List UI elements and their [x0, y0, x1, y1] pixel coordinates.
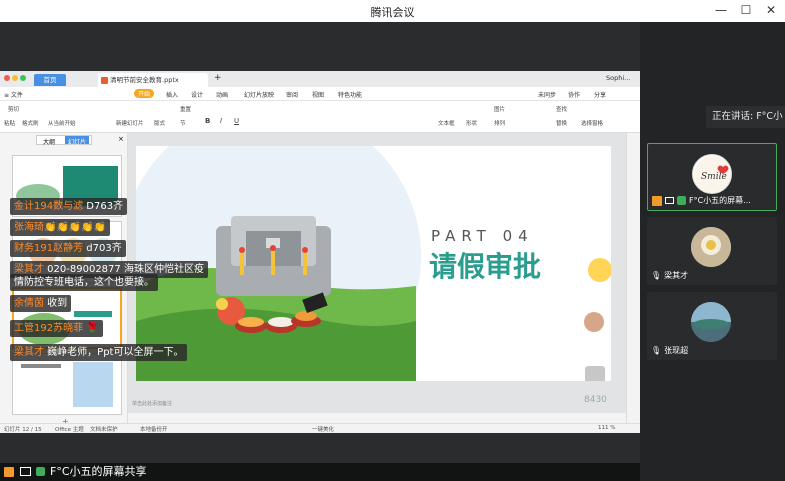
layout-button[interactable]: 版式: [154, 119, 165, 127]
user-label[interactable]: Sophi...: [606, 74, 630, 82]
beautify-button[interactable]: 一键美化: [312, 425, 334, 433]
menu-features[interactable]: 特色功能: [338, 90, 362, 99]
textbox-button[interactable]: 文本框: [438, 119, 455, 127]
chat-message-6: 工管192苏晓菲 🌹: [10, 320, 103, 337]
new-tab-button[interactable]: +: [214, 73, 222, 83]
slide-number: 幻灯片 12 / 15: [4, 427, 42, 433]
italic-button[interactable]: I: [220, 117, 222, 125]
tab-home[interactable]: 首页: [34, 74, 66, 86]
share-icon: [652, 195, 662, 206]
participant-tile-3[interactable]: 🎙 张现超: [647, 292, 777, 360]
bold-button[interactable]: B: [205, 117, 210, 125]
chat-message-5: 余倩茵 收到: [10, 295, 72, 312]
reset-button[interactable]: 重置: [180, 105, 191, 113]
menu-share[interactable]: 分享: [594, 90, 606, 99]
chat-message-1: 金计194数与滤 D763齐: [10, 198, 128, 215]
menu-collab[interactable]: 协作: [568, 90, 580, 99]
select-pane-button[interactable]: 选择窗格: [581, 119, 603, 127]
participant-name: 🎙 梁其才: [651, 271, 689, 280]
screen-share-banner: F°C小五的屏幕共享: [0, 463, 640, 481]
avatar: Smile: [692, 154, 732, 194]
ppt-file-icon: [101, 77, 108, 84]
vertical-toolbar[interactable]: [626, 133, 640, 423]
replace-button[interactable]: 替换: [556, 119, 567, 127]
flower-avatar-icon: [691, 227, 731, 267]
menu-animation[interactable]: 动画: [216, 90, 228, 99]
new-slide-button[interactable]: 新建幻灯片: [116, 119, 144, 127]
tab-document[interactable]: 清明节前安全教育.pptx: [98, 73, 208, 87]
mic-muted-icon: 🎙: [651, 346, 662, 355]
format-painter-button[interactable]: 格式刷: [22, 119, 39, 127]
window-title: 腾讯会议: [370, 6, 415, 19]
menu-bar: ≡ 文件 开始 插入 设计 动画 幻灯片放映 审阅 视图 特色功能 未同步 协作…: [0, 87, 640, 101]
slides-tab[interactable]: 幻灯片: [65, 136, 90, 146]
menu-insert[interactable]: 插入: [166, 90, 178, 99]
participant-name: 🎙 张现超: [651, 346, 689, 355]
outline-tab[interactable]: 大纲: [43, 137, 55, 146]
arrange-button[interactable]: 排列: [494, 119, 505, 127]
slide-heading: 请假审批: [429, 250, 541, 283]
viewer-avatar-icon: [584, 312, 604, 332]
close-button[interactable]: ✕: [763, 3, 779, 17]
chat-message-3: 财务191赵静芳 d703齐: [10, 240, 126, 257]
user-icon: [4, 467, 14, 477]
avatar: [691, 302, 731, 342]
paste-button[interactable]: 粘贴: [4, 119, 15, 127]
mic-muted-icon: 🎙: [651, 271, 662, 280]
menu-start[interactable]: 开始: [134, 89, 155, 98]
play-from-current-button[interactable]: 从当前开始: [48, 119, 76, 127]
like-count: 8430: [584, 395, 607, 405]
cut-button[interactable]: 剪切: [8, 105, 19, 113]
window-title-bar: 腾讯会议 — ☐ ✕: [0, 0, 785, 22]
section-button[interactable]: 节: [180, 119, 186, 127]
browser-tab-bar: 首页 清明节前安全教育.pptx + Sophi...: [0, 71, 640, 87]
protect-status[interactable]: 文档未保护: [90, 425, 118, 433]
smile-avatar-icon: Smile: [694, 156, 731, 193]
menu-review[interactable]: 审阅: [286, 90, 298, 99]
menu-file[interactable]: ≡ 文件: [4, 90, 23, 99]
thumbs-up-icon[interactable]: [585, 366, 605, 381]
speaking-indicator: 正在讲话: F°C小: [706, 106, 785, 128]
participant-name: F°C小五的屏幕...: [652, 195, 751, 206]
notes-placeholder[interactable]: 单击此处添加备注: [132, 400, 172, 407]
shape-button[interactable]: 形状: [466, 119, 477, 127]
avatar: [691, 227, 731, 267]
close-pane-icon[interactable]: ×: [118, 135, 124, 143]
backup-status[interactable]: 本地备份开: [140, 425, 168, 433]
theme-name: Office 主题: [55, 427, 84, 433]
participant-tile-2[interactable]: 🎙 梁其才: [647, 217, 777, 285]
ribbon-toolbar: 剪切 粘贴 格式刷 从当前开始 新建幻灯片 版式 节 重置 B I U 文本框 …: [0, 101, 640, 133]
participant-tile-1[interactable]: Smile F°C小五的屏幕...: [647, 143, 777, 211]
menu-design[interactable]: 设计: [191, 90, 203, 99]
slide-thumb-13[interactable]: [12, 353, 122, 415]
maximize-button[interactable]: ☐: [738, 3, 754, 17]
share-owner-label: F°C小五的屏幕共享: [50, 465, 147, 478]
menu-sync[interactable]: 未同步: [538, 90, 556, 99]
chat-message-2: 张海琦👏👏👏👏👏: [10, 219, 111, 236]
status-bar: 幻灯片 12 / 15 Office 主题 文档未保护 本地备份开 一键美化 1…: [0, 423, 640, 433]
mic-icon: [36, 467, 45, 476]
screen-share-icon: [665, 197, 674, 204]
landscape-avatar-icon: [691, 302, 731, 342]
screen-share-icon: [20, 467, 31, 476]
chat-message-4-cont: 情防控专班电话，这个也要接。: [10, 274, 158, 291]
menu-view[interactable]: 视图: [312, 90, 324, 99]
picture-button[interactable]: 图片: [494, 105, 505, 113]
minimize-button[interactable]: —: [713, 3, 729, 17]
part-label: PART 04: [431, 227, 534, 245]
mic-icon: [677, 196, 686, 205]
underline-button[interactable]: U: [234, 117, 239, 125]
menu-slideshow[interactable]: 幻灯片放映: [244, 90, 274, 99]
zoom-level[interactable]: 111 %: [598, 425, 615, 431]
find-button[interactable]: 查找: [556, 105, 567, 113]
chat-message-7: 梁其才 巍峥老师，Ppt可以全屏一下。: [10, 344, 188, 361]
laugh-emoji-icon: [588, 258, 611, 282]
